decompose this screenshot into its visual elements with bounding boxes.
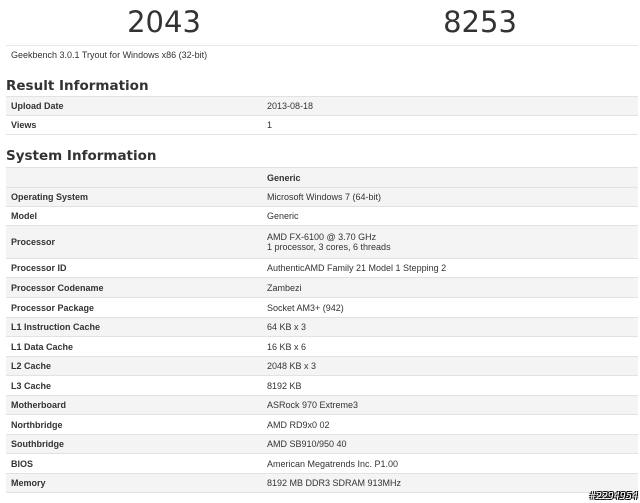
version-text: Geekbench 3.0.1 Tryout for Windows x86 (… — [11, 50, 208, 60]
row-value: AuthenticAMD Family 21 Model 1 Stepping … — [262, 258, 638, 278]
table-row: Processor Codename Zambezi — [6, 277, 638, 298]
result-information-table: Upload Date 2013-08-18 Views 1 — [6, 96, 638, 135]
single-core-score: 2043 — [127, 5, 201, 39]
row-label: Processor Codename — [6, 277, 262, 298]
row-label: L3 Cache — [6, 375, 262, 396]
row-value: 8192 KB — [262, 375, 638, 396]
row-value: AMD SB910/950 40 — [262, 434, 638, 454]
header-value: Generic — [262, 167, 638, 188]
table-header-row: Generic — [6, 167, 638, 188]
table-row: L1 Instruction Cache 64 KB x 3 — [6, 317, 638, 337]
row-value: Microsoft Windows 7 (64-bit) — [262, 187, 638, 207]
table-row: Memory 8192 MB DDR3 SDRAM 913MHz — [6, 473, 638, 493]
row-label: Processor Package — [6, 297, 262, 318]
row-label: Operating System — [6, 187, 262, 207]
table-row: Processor AMD FX-6100 @ 3.70 GHz 1 proce… — [6, 225, 638, 259]
row-value: 2013-08-18 — [262, 96, 638, 116]
row-label: Motherboard — [6, 395, 262, 415]
row-label: Model — [6, 206, 262, 226]
watermark-id: #2294954 — [589, 491, 638, 502]
row-label: BIOS — [6, 453, 262, 474]
row-label: L1 Instruction Cache — [6, 317, 262, 337]
row-label: Processor — [6, 225, 262, 259]
row-label: Southbridge — [6, 434, 262, 454]
row-value: 16 KB x 6 — [262, 336, 638, 357]
row-value: 64 KB x 3 — [262, 317, 638, 337]
table-row: L1 Data Cache 16 KB x 6 — [6, 336, 638, 357]
version-bar: Geekbench 3.0.1 Tryout for Windows x86 (… — [6, 45, 638, 68]
table-row: Model Generic — [6, 206, 638, 226]
table-row: Southbridge AMD SB910/950 40 — [6, 434, 638, 454]
table-row: L2 Cache 2048 KB x 3 — [6, 356, 638, 376]
table-row: Upload Date 2013-08-18 — [6, 96, 638, 116]
table-row: L3 Cache 8192 KB — [6, 375, 638, 396]
system-information-table: Generic Operating System Microsoft Windo… — [6, 167, 638, 493]
system-information-title: System Information — [6, 148, 157, 164]
score-header: 2043 8253 — [6, 0, 638, 45]
row-label: L1 Data Cache — [6, 336, 262, 357]
row-value: Socket AM3+ (942) — [262, 297, 638, 318]
result-information-title: Result Information — [6, 78, 149, 94]
row-value: Zambezi — [262, 277, 638, 298]
row-value: AMD FX-6100 @ 3.70 GHz 1 processor, 3 co… — [262, 225, 638, 259]
header-label-cell — [6, 167, 262, 188]
table-row: Processor Package Socket AM3+ (942) — [6, 297, 638, 318]
row-label: Northbridge — [6, 414, 262, 435]
row-value: ASRock 970 Extreme3 — [262, 395, 638, 415]
table-row: Operating System Microsoft Windows 7 (64… — [6, 187, 638, 207]
row-value: 2048 KB x 3 — [262, 356, 638, 376]
row-value: American Megatrends Inc. P1.00 — [262, 453, 638, 474]
row-value: 8192 MB DDR3 SDRAM 913MHz — [262, 473, 638, 493]
row-value: AMD RD9x0 02 — [262, 414, 638, 435]
multi-core-score: 8253 — [443, 5, 517, 39]
processor-topology: 1 processor, 3 cores, 6 threads — [267, 242, 391, 252]
table-row: Motherboard ASRock 970 Extreme3 — [6, 395, 638, 415]
row-label: Memory — [6, 473, 262, 493]
row-value: 1 — [262, 115, 638, 135]
table-row: Views 1 — [6, 115, 638, 135]
table-row: BIOS American Megatrends Inc. P1.00 — [6, 453, 638, 474]
row-label: Views — [6, 115, 262, 135]
row-value: Generic — [262, 206, 638, 226]
row-label: L2 Cache — [6, 356, 262, 376]
table-row: Processor ID AuthenticAMD Family 21 Mode… — [6, 258, 638, 278]
processor-name: AMD FX-6100 @ 3.70 GHz — [267, 232, 377, 242]
row-label: Upload Date — [6, 96, 262, 116]
row-label: Processor ID — [6, 258, 262, 278]
table-row: Northbridge AMD RD9x0 02 — [6, 414, 638, 435]
